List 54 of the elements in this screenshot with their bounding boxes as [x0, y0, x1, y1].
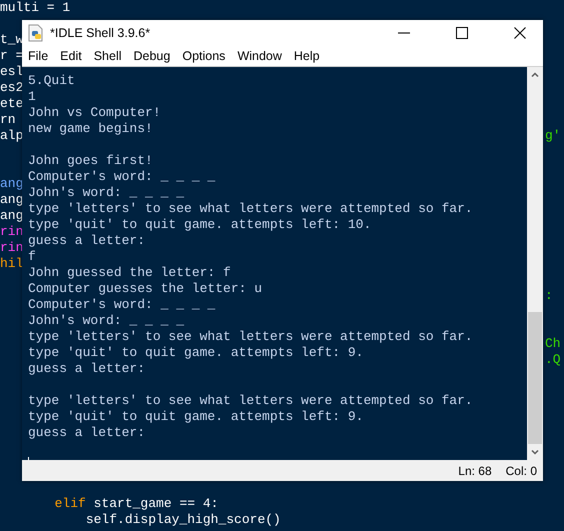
column-status: Col: 0	[506, 464, 537, 478]
code-text: .Q	[545, 352, 561, 368]
menu-item[interactable]: Help	[288, 49, 326, 63]
shell-output-line: guess a letter:	[28, 425, 146, 441]
shell-output-line: guess a letter:	[28, 233, 146, 249]
menu-item[interactable]: Edit	[54, 49, 88, 63]
shell-output-line: 1	[28, 89, 36, 105]
shell-output-line: type 'quit' to quit game. attempts left: 9.	[28, 345, 364, 361]
code-text: ang	[0, 192, 24, 208]
menu-item[interactable]: Debug	[128, 49, 176, 63]
shell-text-area[interactable]	[22, 67, 527, 460]
close-icon[interactable]	[514, 27, 526, 39]
maximize-icon[interactable]	[456, 27, 468, 39]
shell-output-line: John goes first!	[28, 153, 153, 169]
window-title: *IDLE Shell 3.9.6*	[50, 26, 150, 40]
code-text: esl	[0, 64, 24, 80]
code-text: alp	[0, 128, 24, 144]
shell-output-line: type 'letters' to see what letters were attempted so far.	[28, 329, 473, 345]
menu-item[interactable]: Options	[176, 49, 232, 63]
shell-output-line: type 'letters' to see what letters were attempted so far.	[28, 393, 473, 409]
code-text: elif	[54, 496, 86, 512]
shell-output-line: John vs Computer!	[28, 105, 161, 121]
code-text: g'	[545, 128, 561, 144]
code-text: hil	[0, 256, 24, 272]
app-icon	[28, 24, 44, 42]
shell-output-line: type 'letters' to see what letters were attempted so far.	[28, 201, 473, 217]
code-text: ang	[0, 176, 24, 192]
code-text: Ch	[545, 336, 561, 352]
scroll-thumb[interactable]	[528, 312, 542, 444]
code-text: :	[545, 288, 553, 304]
code-text: ang	[0, 208, 24, 224]
shell-output-line: 5.Quit	[28, 73, 75, 89]
code-text: es2	[0, 80, 24, 96]
shell-output-line: John guessed the letter: f	[28, 265, 231, 281]
scrollbar[interactable]	[527, 67, 543, 460]
shell-output-line: type 'quit' to quit game. attempts left: 9.	[28, 409, 364, 425]
shell-output-line: John's word: _ _ _ _	[28, 185, 184, 201]
menu-item[interactable]: Window	[231, 49, 288, 63]
shell-output-line: type 'quit' to quit game. attempts left: 10.	[28, 217, 372, 233]
code-text: ete	[0, 96, 24, 112]
line-number-status: Ln: 68	[458, 464, 492, 478]
menu-item[interactable]: File	[22, 49, 54, 63]
shell-output-line: guess a letter:	[28, 361, 146, 377]
menu-item[interactable]: Shell	[88, 49, 128, 63]
shell-output-line: John's word: _ _ _ _	[28, 313, 184, 329]
shell-output-line: Computer's word: _ _ _ _	[28, 297, 216, 313]
code-text: rn	[0, 112, 16, 128]
shell-output-line: Computer guesses the letter: u	[28, 281, 262, 297]
code-text: start_game == 4:	[92, 496, 218, 512]
shell-output-line: new game begins!	[28, 121, 153, 137]
code-text: self.display_high_score()	[84, 512, 281, 528]
shell-output-line: Computer's word: _ _ _ _	[28, 169, 216, 185]
shell-output-line: f	[28, 249, 36, 265]
code-text: multi = 1	[0, 0, 70, 16]
